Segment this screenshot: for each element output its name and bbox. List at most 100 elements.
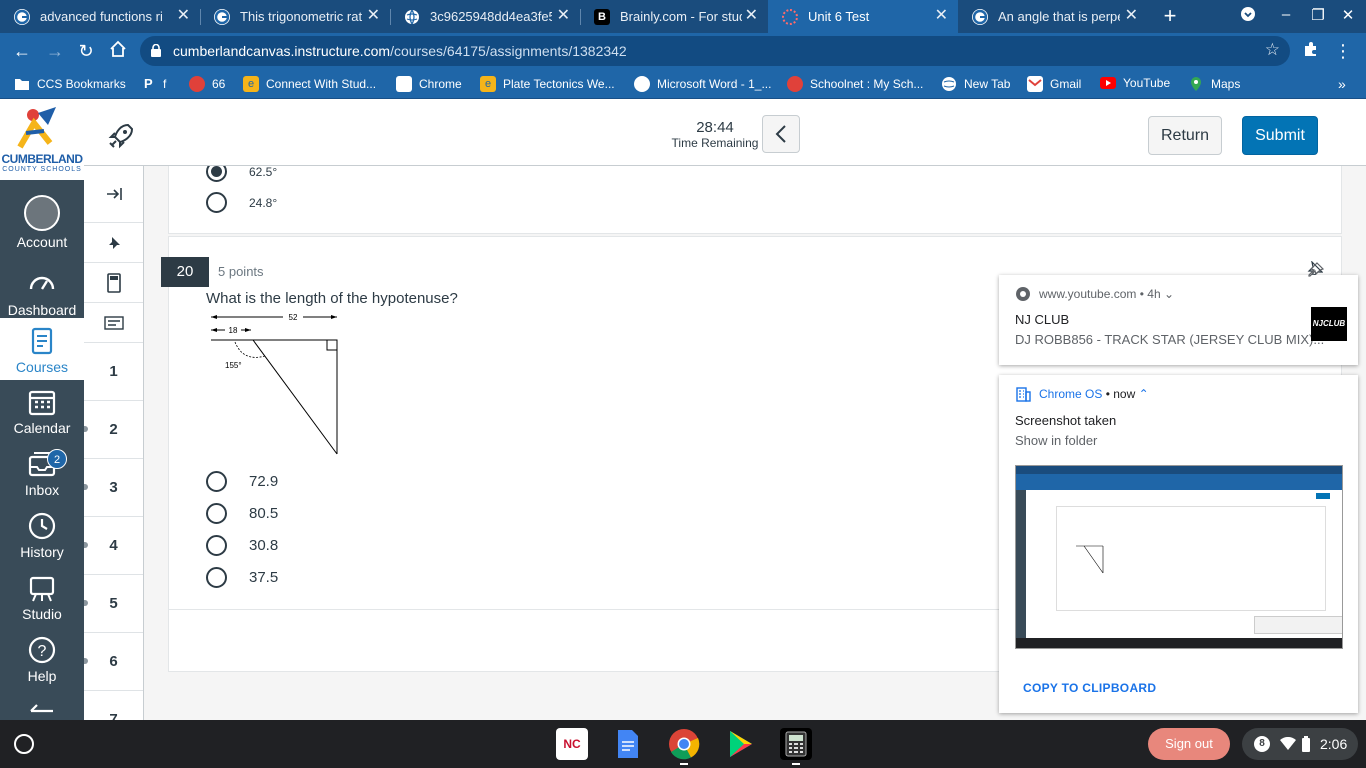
close-tab-icon[interactable]: ✕ (177, 8, 190, 24)
answer-option[interactable]: 72.9 (206, 471, 278, 492)
play-store-icon[interactable] (724, 728, 756, 760)
docs-icon[interactable] (612, 728, 644, 760)
bookmark-item[interactable]: 66 (189, 76, 225, 92)
calculator-icon[interactable] (84, 263, 143, 303)
close-tab-icon[interactable]: ✕ (557, 8, 570, 24)
bookmarks-bar: CCS Bookmarks P f 66 e Connect With Stud… (0, 69, 1366, 99)
calculator-app-icon[interactable] (780, 728, 812, 760)
close-tab-icon[interactable]: ✕ (367, 8, 380, 24)
bookmark-label: Gmail (1050, 77, 1082, 91)
radio-button[interactable] (206, 192, 227, 213)
extensions-icon[interactable] (1300, 40, 1322, 62)
radio-button[interactable] (206, 503, 227, 524)
school-logo[interactable]: CUMBERLAND COUNTY SCHOOLS (0, 103, 84, 180)
url-text: cumberlandcanvas.instructure.com/courses… (173, 43, 627, 59)
submit-button[interactable]: Submit (1242, 116, 1318, 155)
collapse-nav-icon[interactable] (0, 701, 84, 720)
pin-notification-icon[interactable] (1308, 262, 1325, 283)
bookmark-item[interactable]: Maps (1188, 76, 1240, 92)
bookmark-item[interactable]: CCS Bookmarks (14, 76, 126, 92)
bookmark-red-icon (189, 76, 205, 92)
collapse-timer-button[interactable] (762, 115, 800, 153)
question-nav-number: 4 (109, 537, 118, 554)
bookmark-item[interactable]: Chrome (396, 76, 462, 92)
gmail-icon (1027, 76, 1043, 92)
menu-icon[interactable]: ⋮ (1332, 40, 1354, 62)
bookmark-item[interactable]: Gmail (1027, 76, 1081, 92)
notification-screenshot[interactable]: Chrome OS • now ⌃ Screenshot taken Show … (999, 375, 1358, 713)
sign-out-button[interactable]: Sign out (1148, 728, 1230, 760)
global-nav-history[interactable]: History (0, 511, 84, 573)
question-nav-item[interactable]: 5 (84, 575, 143, 633)
answer-label: 62.5° (249, 166, 278, 179)
bookmark-item[interactable]: e Connect With Stud... (243, 76, 376, 92)
home-icon[interactable] (107, 40, 129, 62)
question-nav-item[interactable]: 1 (84, 343, 143, 401)
global-nav-account[interactable]: Account (0, 195, 84, 257)
nc-test-icon[interactable]: NC (556, 728, 588, 760)
notification-youtube[interactable]: www.youtube.com • 4h ⌄ NJ CLUB DJ ROBB85… (999, 275, 1358, 365)
question-nav-item[interactable]: 4 (84, 517, 143, 575)
google-icon (972, 8, 988, 25)
global-nav-studio[interactable]: Studio (0, 573, 84, 635)
address-bar[interactable]: cumberlandcanvas.instructure.com/courses… (140, 36, 1290, 66)
browser-tab-3[interactable]: 3c9625948dd4ea3fe5c ✕ (390, 0, 580, 33)
os-shelf: NC Sign out 8 2:06 (0, 720, 1366, 768)
browser-tab-5-active[interactable]: Unit 6 Test ✕ (768, 0, 958, 33)
answer-option[interactable]: 62.5° (206, 166, 277, 182)
bookmark-item[interactable]: e Plate Tectonics We... (480, 76, 615, 92)
answer-option[interactable]: 80.5 (206, 503, 278, 524)
bookmark-item[interactable]: Microsoft Word - 1_... (634, 76, 771, 92)
bookmark-item[interactable]: YouTube (1100, 76, 1170, 90)
close-tab-icon[interactable]: ✕ (1125, 8, 1138, 24)
forward-icon[interactable]: → (44, 40, 66, 62)
question-nav-item[interactable]: 7 (84, 691, 143, 720)
logo-mark-icon (17, 107, 56, 149)
global-nav-calendar[interactable]: Calendar (0, 387, 84, 449)
radio-selected[interactable] (206, 166, 227, 182)
radio-button[interactable] (206, 535, 227, 556)
question-nav-item[interactable]: 2 (84, 401, 143, 459)
bookmark-star-icon[interactable]: ☆ (1265, 40, 1280, 60)
bookmark-label: Maps (1211, 77, 1241, 91)
expand-nav-icon[interactable] (84, 166, 143, 223)
browser-tab-4[interactable]: B Brainly.com - For stude ✕ (580, 0, 768, 33)
global-nav-courses[interactable]: Courses (0, 318, 84, 380)
radio-button[interactable] (206, 567, 227, 588)
more-bookmarks-icon[interactable]: » (1338, 76, 1346, 92)
global-nav-inbox[interactable]: 2 Inbox (0, 449, 84, 511)
back-icon[interactable]: ← (11, 40, 33, 62)
answer-option[interactable]: 24.8° (206, 192, 277, 213)
close-tab-icon[interactable]: ✕ (745, 8, 758, 24)
chrome-icon[interactable] (668, 728, 700, 760)
radio-button[interactable] (206, 471, 227, 492)
browser-tab-6[interactable]: An angle that is perpen ✕ (958, 0, 1148, 33)
google-icon (14, 8, 30, 25)
copy-to-clipboard-button[interactable]: COPY TO CLIPBOARD (1023, 681, 1156, 695)
question-nav-item[interactable]: 3 (84, 459, 143, 517)
new-tab-icon[interactable]: + (1160, 3, 1180, 29)
bookmark-item[interactable]: P f (144, 76, 166, 92)
minimize-icon[interactable]: – (1276, 6, 1296, 23)
restore-icon[interactable]: ❐ (1308, 6, 1328, 24)
bookmark-item[interactable]: Schoolnet : My Sch... (787, 76, 923, 92)
svg-text:?: ? (38, 643, 47, 660)
close-tab-icon[interactable]: ✕ (935, 8, 948, 24)
browser-tab-2[interactable]: This trigonometric ratic ✕ (200, 0, 390, 33)
bookmark-item[interactable]: New Tab (941, 76, 1010, 92)
launcher-icon[interactable] (14, 734, 34, 754)
browser-tab-1[interactable]: advanced functions rig ✕ (0, 0, 200, 33)
notes-icon[interactable] (84, 303, 143, 343)
reload-icon[interactable]: ↻ (75, 40, 97, 62)
return-button[interactable]: Return (1148, 116, 1222, 155)
notification-body[interactable]: Show in folder (1015, 433, 1097, 448)
answer-option[interactable]: 37.5 (206, 567, 278, 588)
system-tray[interactable]: 8 2:06 (1242, 728, 1358, 760)
answer-option[interactable]: 30.8 (206, 535, 278, 556)
pin-icon[interactable] (84, 223, 143, 263)
rocket-icon[interactable] (106, 121, 136, 156)
close-window-icon[interactable]: ✕ (1338, 6, 1358, 24)
global-nav-help[interactable]: ? Help (0, 635, 84, 697)
question-nav-item[interactable]: 6 (84, 633, 143, 691)
tab-search-icon[interactable] (1238, 6, 1258, 26)
